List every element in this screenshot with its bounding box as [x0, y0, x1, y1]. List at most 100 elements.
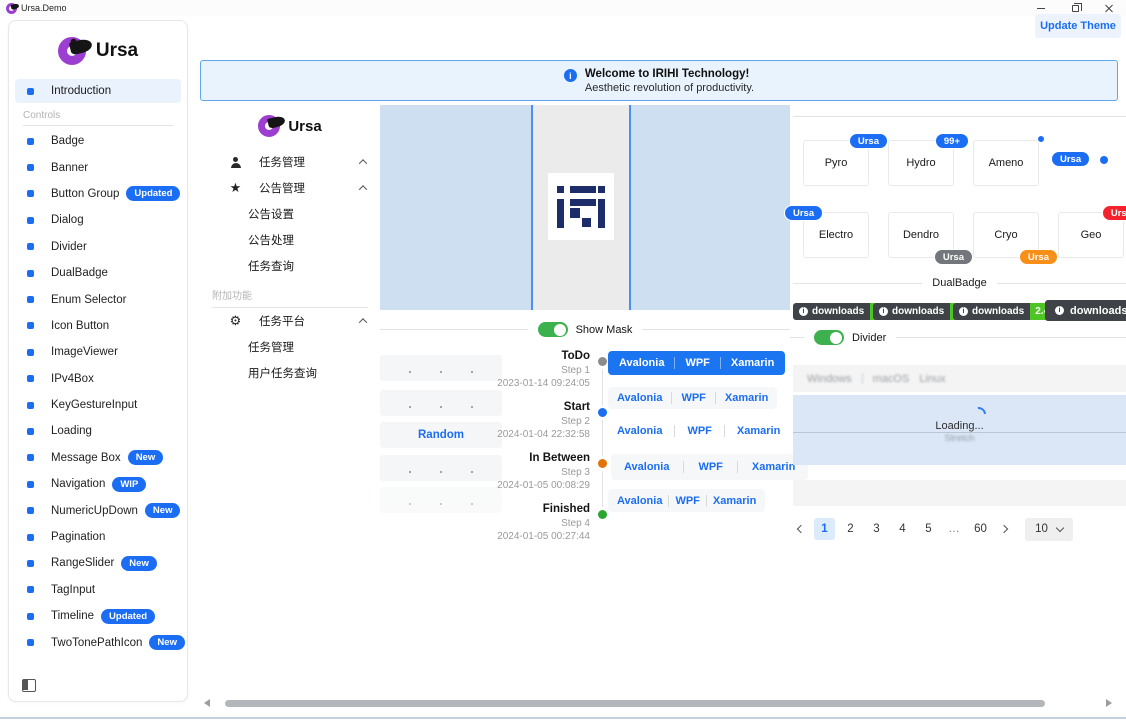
menu-item-announcement-settings[interactable]: 公告设置 — [200, 201, 380, 227]
menu-item-task-query[interactable]: 任务查询 — [200, 253, 380, 279]
update-theme-button[interactable]: Update Theme — [1035, 14, 1121, 38]
titlebar: Ursa.Demo — [0, 0, 1126, 16]
sidebar-item-banner[interactable]: Banner — [9, 154, 187, 180]
page-button-5[interactable]: 5 — [918, 518, 939, 540]
page-size-select[interactable]: 10 — [1025, 518, 1073, 541]
ursa-logo-icon — [258, 115, 280, 137]
xamarin-button[interactable]: Xamarin — [731, 357, 774, 369]
bullet-icon — [27, 586, 34, 593]
menu-item-user-task-query[interactable]: 用户任务查询 — [200, 360, 380, 386]
menu-group-task-management[interactable]: 任务管理 — [200, 149, 380, 175]
bullet-icon — [27, 164, 34, 171]
bullet-icon — [27, 454, 34, 461]
page-button-4[interactable]: 4 — [892, 518, 913, 540]
badge-card-pyro: Pyro Ursa — [803, 140, 869, 186]
sidebar-item-timeline[interactable]: TimelineUpdated — [9, 603, 187, 629]
sidebar-item-label: Button Group — [51, 188, 119, 200]
sidebar-item-divider[interactable]: Divider — [9, 234, 187, 260]
page-button-3[interactable]: 3 — [866, 518, 887, 540]
image-viewer[interactable] — [380, 105, 790, 310]
page-ellipsis[interactable]: … — [944, 518, 965, 540]
timeline-step: Step 4 — [395, 518, 590, 529]
sidebar-item-imageviewer[interactable]: ImageViewer — [9, 339, 187, 365]
dualbadge-divider: DualBadge — [793, 277, 1126, 289]
sidebar-item-navigation[interactable]: NavigationWIP — [9, 471, 187, 497]
chevron-up-icon — [360, 182, 366, 194]
menu-label: 任务查询 — [248, 258, 294, 274]
sidebar-item-dialog[interactable]: Dialog — [9, 207, 187, 233]
sidebar-item-rangeslider[interactable]: RangeSliderNew — [9, 550, 187, 576]
sidebar-item-numericupdown[interactable]: NumericUpDownNew — [9, 497, 187, 523]
menu-item-task-management[interactable]: 任务管理 — [200, 334, 380, 360]
xamarin-button[interactable]: Xamarin — [752, 461, 795, 473]
ursa-badge: Ursa — [784, 205, 823, 221]
sidebar-item-label: RangeSlider — [51, 557, 114, 569]
divider-toggle-row: Divider — [790, 330, 1126, 345]
separator — [671, 392, 672, 404]
divider-toggle[interactable] — [814, 330, 844, 345]
sidebar-item-message-box[interactable]: Message BoxNew — [9, 445, 187, 471]
sidebar-item-keygestureinput[interactable]: KeyGestureInput — [9, 392, 187, 418]
page-button-60[interactable]: 60 — [970, 518, 991, 540]
scroll-right-icon[interactable] — [1106, 699, 1112, 707]
sidebar-item-icon-button[interactable]: Icon Button — [9, 313, 187, 339]
page-button-2[interactable]: 2 — [840, 518, 861, 540]
banner-title: Welcome to IRIHI Technology! — [585, 68, 754, 80]
timeline-time: 2024-01-04 22:32:58 — [395, 429, 590, 440]
wpf-button[interactable]: WPF — [698, 461, 722, 473]
sidebar-item-pagination[interactable]: Pagination — [9, 524, 187, 550]
button-group-wide: Avalonia WPF Xamarin — [611, 454, 808, 480]
avalonia-button[interactable]: Avalonia — [619, 357, 664, 369]
welcome-banner: i Welcome to IRIHI Technology! Aesthetic… — [200, 60, 1118, 101]
bullet-icon — [27, 190, 34, 197]
xamarin-button[interactable]: Xamarin — [725, 392, 768, 404]
scroll-left-icon[interactable] — [204, 699, 210, 707]
sidebar-item-dualbadge[interactable]: DualBadge — [9, 260, 187, 286]
status-badge: Updated — [101, 609, 155, 624]
sidebar-item-enum-selector[interactable]: Enum Selector — [9, 286, 187, 312]
previous-page-button[interactable] — [793, 518, 809, 540]
avalonia-button[interactable]: Avalonia — [617, 392, 662, 404]
avalonia-button[interactable]: Avalonia — [624, 461, 669, 473]
sidebar-item-ipv4box[interactable]: IPv4Box — [9, 366, 187, 392]
separator — [715, 392, 716, 404]
sidebar-item-button-group[interactable]: Button GroupUpdated — [9, 181, 187, 207]
sidebar-item-loading[interactable]: Loading — [9, 418, 187, 444]
avalonia-button[interactable]: Avalonia — [617, 495, 662, 507]
sidebar-item-twotonepathicon[interactable]: TwoTonePathIconNew — [9, 629, 187, 655]
horizontal-scrollbar[interactable] — [225, 700, 1045, 707]
xamarin-button[interactable]: Xamarin — [737, 425, 780, 437]
badge-card-electro: Electro Ursa — [803, 212, 869, 258]
separator — [706, 495, 707, 507]
badge-card-cryo: Cryo Ursa — [973, 212, 1039, 258]
sidebar-item-introduction[interactable]: Introduction — [15, 79, 181, 103]
avalonia-button[interactable]: Avalonia — [617, 425, 662, 437]
status-badge: New — [149, 635, 185, 650]
sidebar-item-taginput[interactable]: TagInput — [9, 577, 187, 603]
chevron-up-icon — [360, 156, 366, 168]
menu-item-announcement-processing[interactable]: 公告处理 — [200, 227, 380, 253]
xamarin-button[interactable]: Xamarin — [713, 495, 756, 507]
wpf-button[interactable]: WPF — [681, 392, 705, 404]
timeline-time: 2024-01-05 00:08:29 — [395, 480, 590, 491]
next-page-button[interactable] — [996, 518, 1012, 540]
sidebar: Ursa Introduction Controls Badge Banner … — [8, 20, 188, 702]
sidebar-item-label: TagInput — [51, 584, 95, 596]
dualbadge-divider-label: DualBadge — [932, 277, 986, 289]
ursa-badge: Ursa — [849, 133, 888, 149]
sidebar-collapse-icon[interactable] — [22, 679, 36, 692]
ursa-logo-icon — [58, 37, 86, 65]
sidebar-logo: Ursa — [9, 35, 187, 67]
sidebar-item-badge[interactable]: Badge — [9, 128, 187, 154]
menu-group-announcement[interactable]: ★ 公告管理 — [200, 175, 380, 201]
wpf-button[interactable]: WPF — [675, 495, 699, 507]
dualbadge-label: downloads — [812, 306, 864, 317]
wpf-button[interactable]: WPF — [687, 425, 711, 437]
menu-group-task-platform[interactable]: ⚙ 任务平台 — [200, 308, 380, 334]
page-button-1[interactable]: 1 — [814, 518, 835, 540]
menu-label: 任务管理 — [259, 154, 305, 170]
bullet-icon — [27, 402, 34, 409]
show-mask-toggle[interactable] — [538, 322, 568, 337]
wpf-button[interactable]: WPF — [685, 357, 709, 369]
bullet-icon — [27, 243, 34, 250]
